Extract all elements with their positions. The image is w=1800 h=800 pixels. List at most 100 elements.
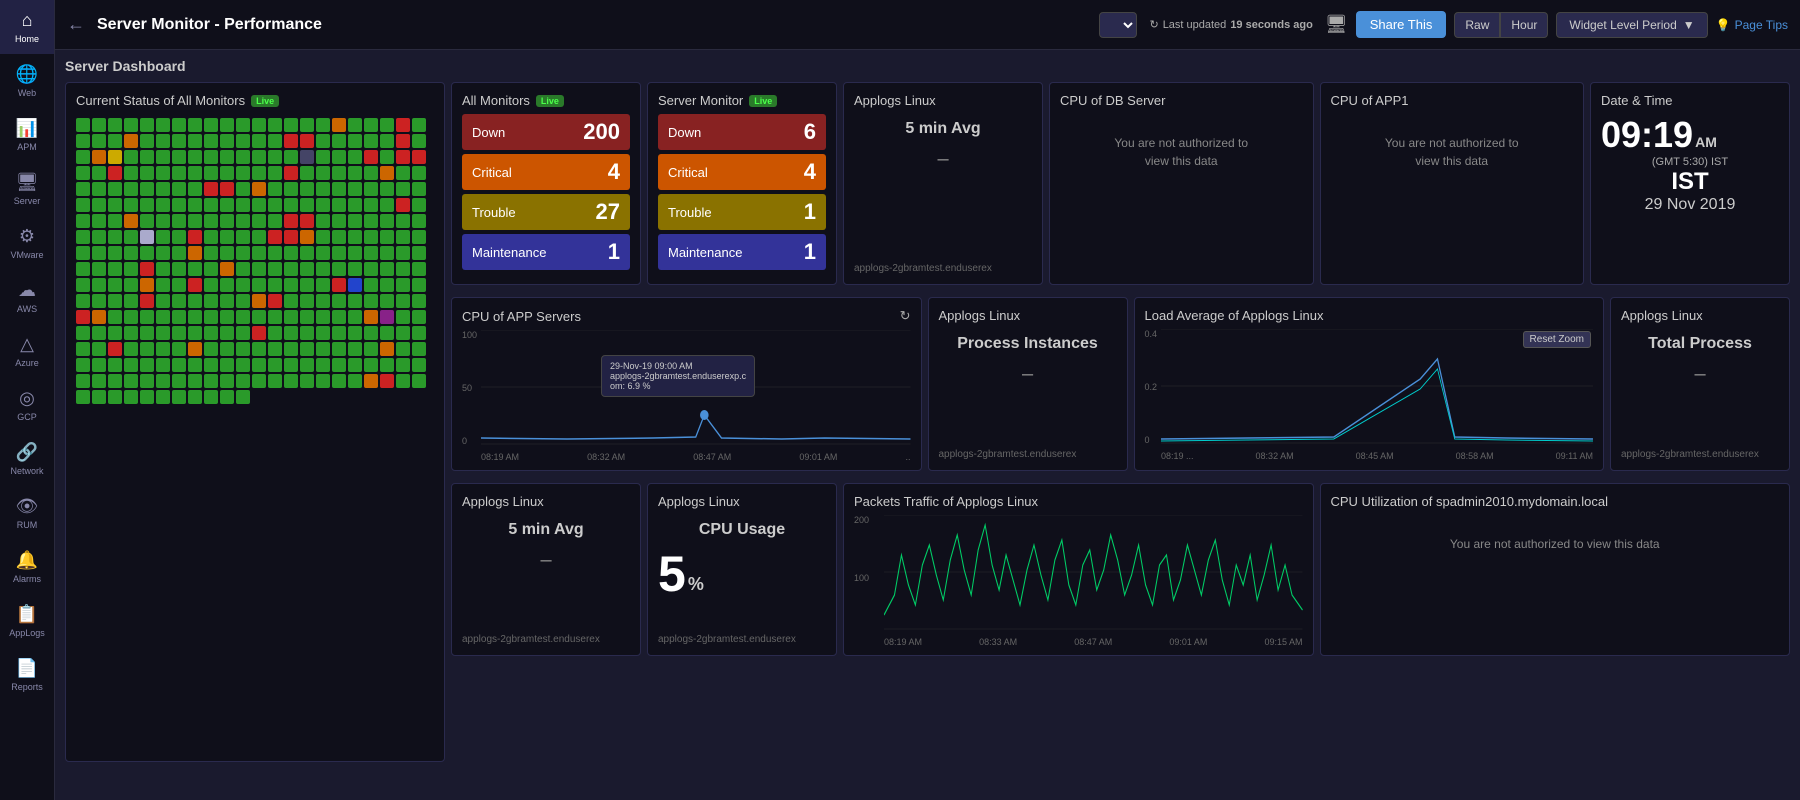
back-button[interactable]: ←	[67, 14, 85, 35]
server-monitor-live: Live	[749, 95, 777, 107]
monitor-dot	[252, 246, 266, 260]
monitor-dot	[92, 294, 106, 308]
sidebar-item-rum[interactable]: 👁 RUM	[0, 486, 54, 540]
monitor-dot	[220, 262, 234, 276]
applogs-process-title: Applogs Linux	[939, 308, 1117, 323]
monitor-dot	[188, 182, 202, 196]
monitor-dot	[316, 166, 330, 180]
monitor-dot	[380, 230, 394, 244]
cpu-chart-x-labels: 08:19 AM 08:32 AM 08:47 AM 09:01 AM ..	[481, 452, 910, 462]
widget-period-selector[interactable]: Widget Level Period ▼	[1556, 12, 1707, 38]
monitor-dot	[124, 358, 138, 372]
dashboard-selector[interactable]	[1099, 12, 1137, 38]
monitor-dot	[412, 182, 426, 196]
monitor-dot	[412, 278, 426, 292]
refresh-icon: ↻	[1149, 18, 1158, 31]
monitor-dot	[140, 214, 154, 228]
trouble-count: 27	[596, 199, 620, 225]
current-status-widget: Current Status of All Monitors Live	[65, 82, 445, 762]
tooltip-time: 29-Nov-19 09:00 AM	[610, 361, 746, 371]
monitor-dot	[268, 358, 282, 372]
applogs-5min-title: Applogs Linux	[462, 494, 630, 509]
monitor-dot	[156, 358, 170, 372]
monitor-dot	[284, 358, 298, 372]
sidebar-item-network[interactable]: 🔗 Network	[0, 432, 54, 486]
sidebar-item-gcp[interactable]: ◎ GCP	[0, 378, 54, 432]
monitor-dot	[300, 342, 314, 356]
sidebar-item-home[interactable]: ⌂ Home	[0, 0, 54, 54]
maintenance-row: Maintenance 1	[462, 234, 630, 270]
monitor-dot	[188, 278, 202, 292]
reports-icon: 📄	[16, 658, 38, 679]
share-button[interactable]: Share This	[1356, 11, 1447, 38]
monitor-dot	[76, 134, 90, 148]
sidebar-item-azure[interactable]: △ Azure	[0, 324, 54, 378]
monitor-dot	[364, 166, 378, 180]
monitor-dot	[220, 342, 234, 356]
lightbulb-icon: 💡	[1716, 18, 1731, 32]
all-monitors-live: Live	[536, 95, 564, 107]
monitor-dot	[236, 214, 250, 228]
sidebar-item-alarms[interactable]: 🔔 Alarms	[0, 540, 54, 594]
monitor-dot	[380, 374, 394, 388]
sidebar-item-server[interactable]: 🖥 Server	[0, 162, 54, 216]
monitor-dot	[188, 390, 202, 404]
y-mid: 50	[462, 383, 477, 393]
monitor-dot	[300, 198, 314, 212]
page-tips-button[interactable]: 💡 Page Tips	[1716, 18, 1788, 32]
monitor-dot-grid	[76, 118, 434, 404]
sidebar-item-apm[interactable]: 📊 APM	[0, 108, 54, 162]
monitor-dot	[124, 118, 138, 132]
monitor-dot	[396, 262, 410, 276]
monitor-dot	[252, 134, 266, 148]
monitor-dot	[76, 310, 90, 324]
monitor-dot	[364, 214, 378, 228]
monitor-dot	[300, 118, 314, 132]
date-display: 29 Nov 2019	[1601, 196, 1779, 214]
monitor-dot	[348, 214, 362, 228]
monitor-dot	[348, 198, 362, 212]
applogs-linux-1-title: Applogs Linux	[854, 93, 1032, 108]
monitor-dot	[204, 374, 218, 388]
monitor-dot	[412, 246, 426, 260]
cpu-app-servers-refresh[interactable]: ↻	[900, 308, 911, 324]
monitor-dot	[380, 294, 394, 308]
sidebar-item-reports[interactable]: 📄 Reports	[0, 648, 54, 702]
widget-period-label: Widget Level Period	[1569, 18, 1676, 32]
monitor-dot	[284, 294, 298, 308]
monitor-dot	[108, 182, 122, 196]
monitor-dot	[364, 134, 378, 148]
monitor-dot	[380, 214, 394, 228]
monitor-dot	[140, 230, 154, 244]
sidebar-item-applogs[interactable]: 📋 AppLogs	[0, 594, 54, 648]
monitor-dot	[412, 310, 426, 324]
monitor-dot	[268, 214, 282, 228]
monitor-dot	[364, 342, 378, 356]
monitor-dot	[252, 118, 266, 132]
monitor-dot	[252, 150, 266, 164]
monitor-dot	[348, 182, 362, 196]
monitor-dot	[124, 294, 138, 308]
applogs-total-title: Applogs Linux	[1621, 308, 1779, 323]
monitor-dot	[332, 214, 346, 228]
monitor-dot	[172, 150, 186, 164]
monitor-dot	[172, 310, 186, 324]
monitor-dot	[92, 374, 106, 388]
monitor-dot	[316, 214, 330, 228]
sidebar-item-aws[interactable]: ☁ AWS	[0, 270, 54, 324]
monitor-dot	[92, 278, 106, 292]
reset-zoom-button[interactable]: Reset Zoom	[1523, 331, 1591, 348]
sidebar-item-web[interactable]: 🌐 Web	[0, 54, 54, 108]
raw-button[interactable]: Raw	[1454, 12, 1500, 38]
sidebar-item-vmware[interactable]: ⚙ VMware	[0, 216, 54, 270]
monitor-dot	[172, 214, 186, 228]
monitor-dot	[220, 294, 234, 308]
monitor-dot	[316, 246, 330, 260]
sidebar-label-server: Server	[14, 196, 41, 206]
monitor-dot	[284, 278, 298, 292]
monitor-dot	[380, 342, 394, 356]
monitor-dot	[300, 182, 314, 196]
hour-button[interactable]: Hour	[1500, 12, 1548, 38]
sub-row-2: CPU of APP Servers ↻ 100 50 0	[451, 297, 1790, 471]
monitor-dot	[284, 374, 298, 388]
